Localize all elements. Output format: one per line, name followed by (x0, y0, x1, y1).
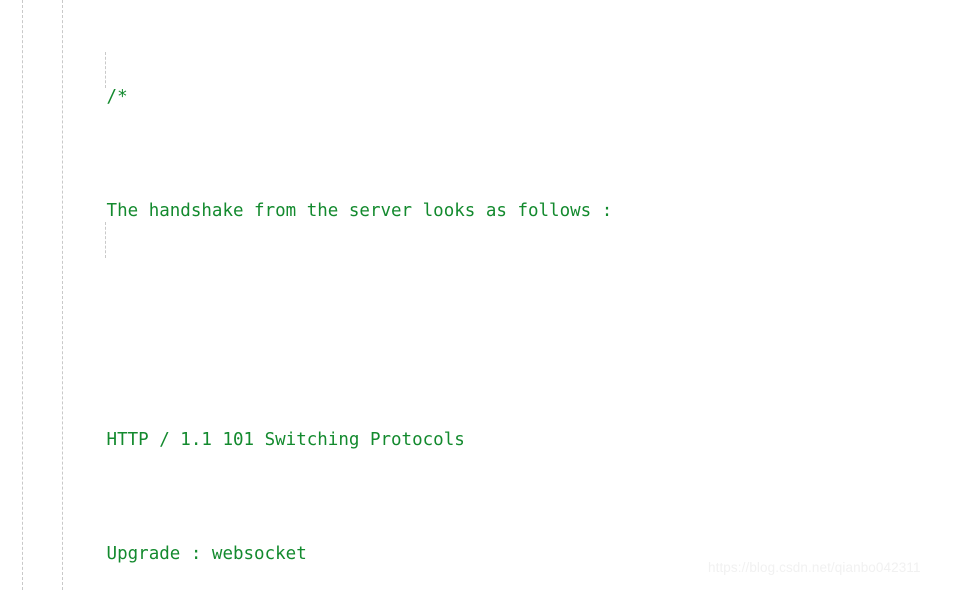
code-line-2: The handshake from the server looks as f… (96, 197, 965, 226)
block-comment-open: /* (106, 86, 128, 107)
code-line-3-blank (96, 312, 965, 341)
comment-http-status-line: HTTP / 1.1 101 Switching Protocols (106, 429, 465, 450)
indent-guide-level-1 (22, 0, 24, 590)
comment-upgrade-header: Upgrade : websocket (106, 544, 307, 565)
code-line-4: HTTP / 1.1 101 Switching Protocols (96, 426, 965, 455)
code-screenshot: /* The handshake from the server looks a… (0, 0, 965, 590)
csdn-watermark: https://blog.csdn.net/qianbo042311 (708, 560, 921, 575)
code-line-1: /* (96, 83, 965, 112)
code-editor-content[interactable]: /* The handshake from the server looks a… (96, 0, 965, 590)
indent-guide-level-2 (62, 0, 64, 590)
block-comment-text: The handshake from the server looks as f… (106, 201, 613, 222)
